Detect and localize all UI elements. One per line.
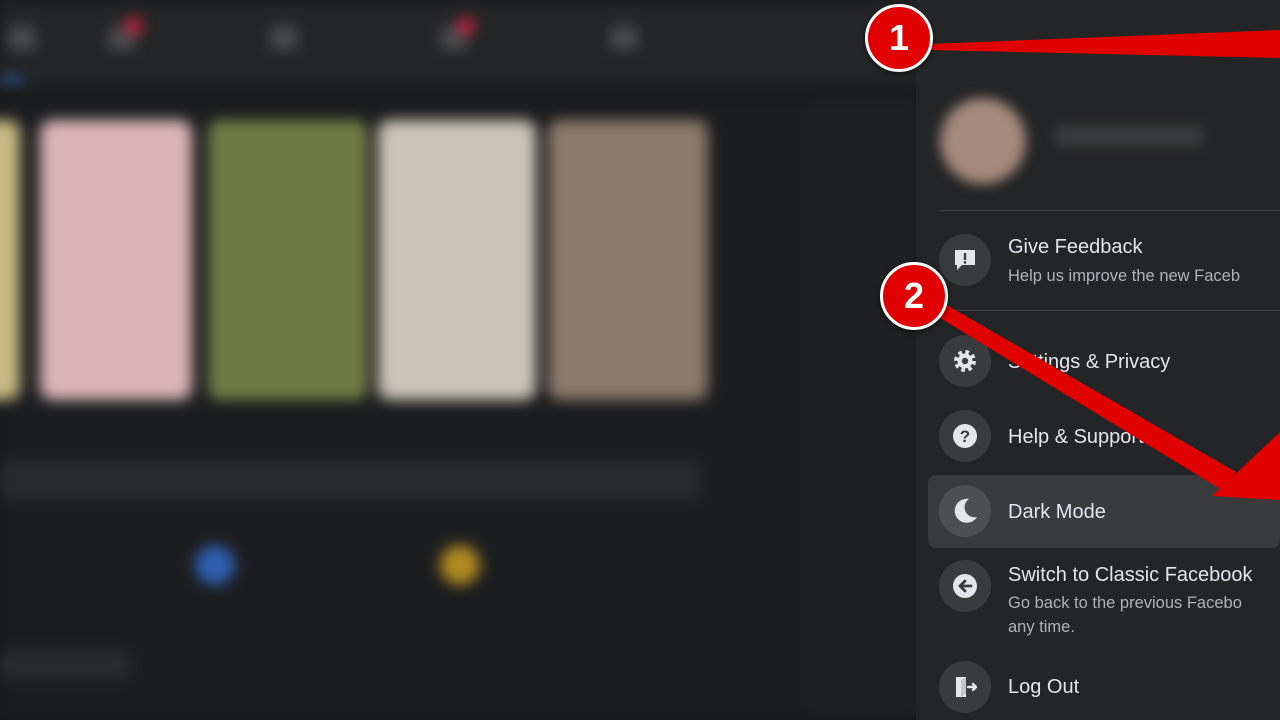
notification-badge — [126, 18, 142, 34]
news-feed — [0, 95, 810, 720]
switch-classic-subtitle: Go back to the previous Facebo — [1008, 594, 1242, 612]
step-1-badge: 1 — [865, 4, 933, 72]
moon-icon — [939, 485, 991, 537]
switch-classic-item[interactable]: Switch to Classic Facebook Go back to th… — [928, 552, 1280, 648]
account-menu: Give Feedback Help us improve the new Fa… — [916, 0, 1280, 720]
question-icon: ? — [939, 410, 991, 462]
switch-classic-subtitle-cont: any time. — [1008, 618, 1075, 636]
divider — [938, 310, 1280, 311]
gaming-tab[interactable] — [602, 18, 646, 58]
story-card[interactable] — [0, 120, 20, 400]
story-card[interactable] — [378, 120, 536, 400]
live-video-icon[interactable] — [195, 545, 235, 585]
settings-privacy-title: Settings & Privacy — [1008, 351, 1171, 373]
dark-mode-item[interactable]: Dark Mode — [928, 475, 1280, 548]
divider — [938, 210, 1280, 211]
log-out-title: Log Out — [1008, 676, 1080, 698]
watch-tab[interactable] — [100, 18, 144, 58]
post-header — [0, 650, 130, 680]
gaming-icon — [610, 26, 638, 50]
story-card[interactable] — [208, 120, 368, 400]
help-support-item[interactable]: ? Help & Support — [928, 400, 1280, 472]
give-feedback-item[interactable]: Give Feedback Help us improve the new Fa… — [928, 220, 1280, 300]
marketplace-tab[interactable] — [262, 18, 306, 58]
marketplace-icon — [270, 26, 298, 50]
log-out-item[interactable]: Log Out — [928, 652, 1280, 720]
back-arrow-icon — [939, 560, 991, 612]
give-feedback-subtitle: Help us improve the new Faceb — [1008, 267, 1241, 285]
settings-privacy-item[interactable]: Settings & Privacy — [928, 325, 1280, 397]
switch-classic-title: Switch to Classic Facebook — [1008, 564, 1253, 586]
avatar — [940, 98, 1026, 184]
dark-mode-title: Dark Mode — [1008, 501, 1106, 523]
profile-card[interactable] — [934, 80, 1280, 205]
right-sidebar — [810, 95, 920, 720]
home-icon — [8, 26, 36, 50]
composer-box[interactable] — [0, 460, 700, 500]
top-navigation-bar — [0, 0, 920, 85]
feeling-icon[interactable] — [440, 545, 480, 585]
svg-text:?: ? — [960, 427, 970, 446]
story-card[interactable] — [40, 120, 192, 400]
feedback-icon — [939, 234, 991, 286]
story-card[interactable] — [548, 120, 708, 400]
give-feedback-title: Give Feedback — [1008, 236, 1143, 258]
profile-name — [1054, 125, 1204, 147]
logout-icon — [939, 661, 991, 713]
active-tab-indicator — [0, 78, 22, 82]
notification-badge — [458, 18, 474, 34]
step-2-badge: 2 — [880, 262, 948, 330]
home-tab[interactable] — [0, 18, 44, 58]
groups-tab[interactable] — [432, 18, 476, 58]
gear-icon — [939, 335, 991, 387]
help-support-title: Help & Support — [1008, 426, 1144, 448]
